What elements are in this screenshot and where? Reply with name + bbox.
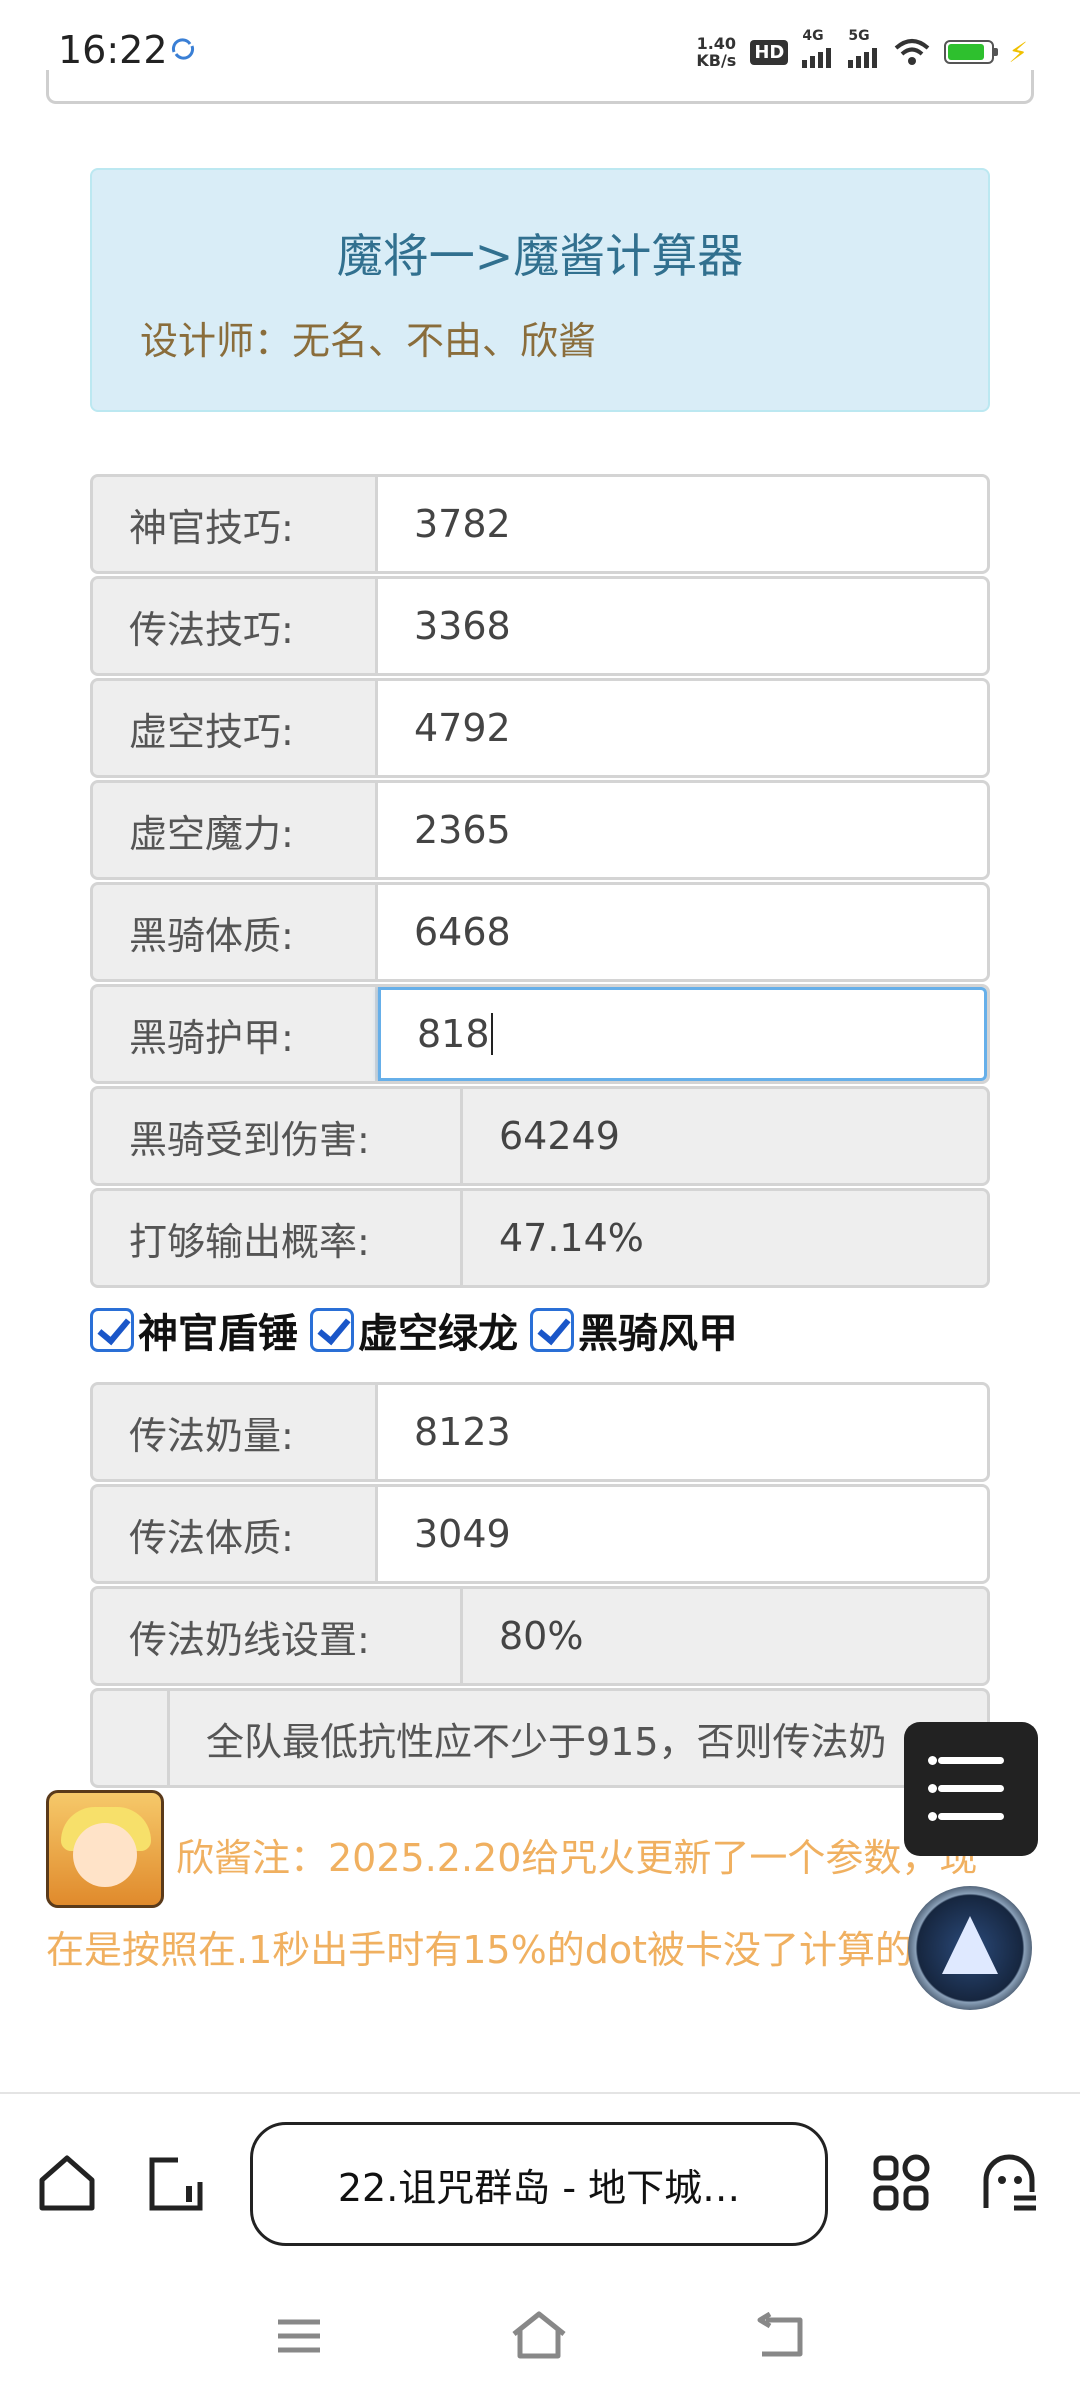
net-speed-unit: KB/s [696,51,737,70]
checkbox-label: 黑骑风甲 [578,1311,738,1357]
output-probability-value: 47.14% [463,1191,987,1285]
result-dk-damage: 黑骑受到伤害: 64249 [90,1086,990,1186]
field-label: 虚空技巧: [93,681,378,775]
checkbox-void-green-dragon[interactable]: 虚空绿龙 [310,1301,518,1359]
home-icon[interactable] [36,2152,98,2214]
checkbox-priest-shield-hammer[interactable]: 神官盾锤 [90,1301,298,1359]
float-menu-button[interactable] [904,1722,1038,1856]
app-logo-icon [942,1916,998,1974]
nav-home-icon[interactable] [510,2310,568,2360]
field-label: 传法体质: [93,1487,378,1581]
option-checkboxes: 神官盾锤 虚空绿龙 黑骑风甲 [90,1300,738,1360]
nav-back-icon[interactable] [756,2312,806,2358]
checkbox-checked-icon[interactable] [310,1308,354,1352]
field-mage-skill: 传法技巧: 3368 [90,576,990,676]
checkbox-dk-wind-armor[interactable]: 黑骑风甲 [530,1301,738,1359]
checkbox-label: 神官盾锤 [138,1311,298,1357]
calculator-header: 魔将一>魔酱计算器 设计师：无名、不由、欣酱 [90,168,990,412]
checkbox-checked-icon[interactable] [530,1308,574,1352]
sim1-label: 4G [802,28,824,44]
field-heal-line: 传法奶线设置: 80% [90,1586,990,1686]
priest-skill-input[interactable]: 3782 [378,477,987,571]
void-magic-input[interactable]: 2365 [378,783,987,877]
field-label: 黑骑体质: [93,885,378,979]
status-indicators: 1.40 KB/s HD 4G 5G ⚡ [696,28,1028,74]
app-logo-button[interactable] [908,1886,1032,2010]
signal-5g-icon: 5G [848,28,880,68]
designers-credit: 设计师：无名、不由、欣酱 [140,319,597,363]
dk-damage-value: 64249 [463,1089,987,1183]
page-title: 魔将一>魔酱计算器 [336,229,744,283]
browser-toolbar: 22.诅咒群岛 - 地下城… [0,2094,1080,2274]
result-label: 打够输出概率: [93,1191,463,1285]
field-priest-skill: 神官技巧: 3782 [90,474,990,574]
result-label: 黑骑受到伤害: [93,1089,463,1183]
net-speed-value: 1.40 [696,34,737,53]
hd-icon: HD [750,39,789,65]
charging-icon: ⚡ [1008,35,1028,69]
field-label: 传法奶量: [93,1385,378,1479]
author-note: 欣酱注：2025.2.20给咒火更新了一个参数，现在是按照在.1秒出手时有15%… [46,1836,978,1972]
field-label: 神官技巧: [93,477,378,571]
network-speed: 1.40 KB/s [696,35,736,69]
text-caret [490,1013,493,1055]
field-void-magic: 虚空魔力: 2365 [90,780,990,880]
checkbox-checked-icon[interactable] [90,1308,134,1352]
mage-constitution-input[interactable]: 3049 [378,1487,987,1581]
dk-constitution-input[interactable]: 6468 [378,885,987,979]
address-bar[interactable]: 22.诅咒群岛 - 地下城… [250,2122,828,2246]
status-time: 16:22 [58,28,168,72]
mage-skill-input[interactable]: 3368 [378,579,987,673]
field-mage-constitution: 传法体质: 3049 [90,1484,990,1584]
dk-armor-input[interactable]: 818 [378,987,987,1081]
void-skill-input[interactable]: 4792 [378,681,987,775]
field-label: 传法技巧: [93,579,378,673]
previous-section-edge [46,70,1034,104]
result-output-probability: 打够输出概率: 47.14% [90,1188,990,1288]
heal-line-value[interactable]: 80% [463,1589,987,1683]
recents-menu-icon[interactable] [276,2316,322,2356]
field-label: 虚空魔力: [93,783,378,877]
sim2-label: 5G [848,28,870,44]
author-avatar [46,1790,164,1908]
apps-grid-icon[interactable] [872,2154,930,2212]
tabs-icon[interactable] [148,2156,204,2212]
battery-icon [944,40,999,64]
field-dk-armor: 黑骑护甲: 818 [90,984,990,1084]
page-tab-title: 22.诅咒群岛 - 地下城… [337,2165,741,2210]
ghost-icon[interactable] [978,2152,1040,2214]
notice-text: 全队最低抗性应不少于915，否则传法奶 [206,1719,887,1764]
mage-heal-input[interactable]: 8123 [378,1385,987,1479]
system-nav-bar [0,2274,1080,2400]
signal-4g-icon: 4G [802,28,834,68]
wifi-icon [895,39,930,65]
field-label: 传法奶线设置: [93,1589,463,1683]
checkbox-label: 虚空绿龙 [358,1311,518,1357]
field-void-skill: 虚空技巧: 4792 [90,678,990,778]
resistance-notice: 全队最低抗性应不少于915，否则传法奶 [90,1688,990,1788]
field-dk-constitution: 黑骑体质: 6468 [90,882,990,982]
notice-spacer [93,1691,170,1785]
dk-armor-value: 818 [417,1012,490,1056]
field-label: 黑骑护甲: [93,987,378,1081]
sync-icon [171,38,195,60]
field-mage-heal: 传法奶量: 8123 [90,1382,990,1482]
